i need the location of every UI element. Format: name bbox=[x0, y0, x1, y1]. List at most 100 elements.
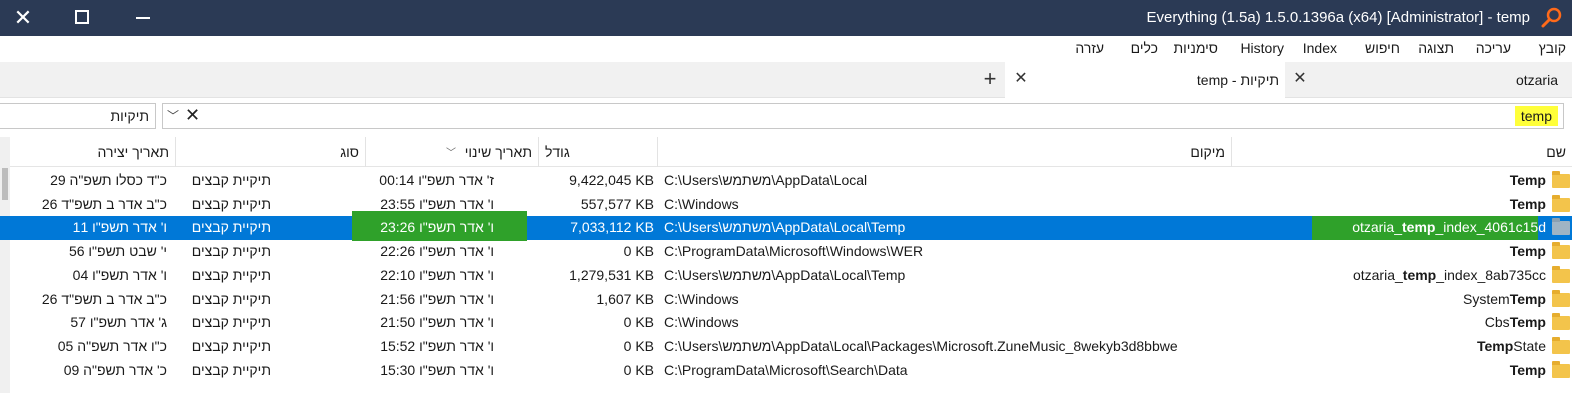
search-input[interactable]: ﹀ ✕ temp bbox=[162, 103, 1564, 129]
column-header-created[interactable]: תאריך יצירה bbox=[0, 137, 175, 167]
new-tab-plus-icon[interactable]: + bbox=[979, 68, 1001, 90]
menu-help[interactable]: עזרה bbox=[1075, 40, 1104, 56]
search-row: תיקיות ﹀ ✕ temp bbox=[0, 98, 1572, 136]
file-name-prefix: otzaria_ bbox=[1352, 266, 1403, 283]
close-tab-icon[interactable]: ✕ bbox=[1013, 69, 1029, 89]
column-header-modified[interactable]: ﹀ תאריך שינוי bbox=[365, 137, 538, 167]
chevron-down-icon[interactable]: ﹀ bbox=[167, 107, 179, 124]
file-path: C:\Users\משתמש\AppData\Local\Packages\Mi… bbox=[664, 337, 1178, 354]
clear-search-icon[interactable]: ✕ bbox=[185, 105, 200, 126]
tab-temp-folders[interactable]: temp - תיקיות ✕ bbox=[1005, 62, 1285, 98]
file-name-prefix: otzaria_ bbox=[1352, 219, 1402, 236]
file-name-match: Temp bbox=[1509, 361, 1546, 378]
tab-temp-folders-label: temp - תיקיות bbox=[1196, 72, 1279, 88]
table-row[interactable]: otzaria_temp_index_8ab735cc C:\Users\משתמ… bbox=[0, 264, 1572, 288]
tab-bar: otzaria ✕ temp - תיקיות ✕ + bbox=[0, 62, 1572, 98]
file-name-match: Temp bbox=[1509, 243, 1546, 260]
search-query-text: temp bbox=[1514, 106, 1558, 126]
sort-descending-icon: ﹀ bbox=[446, 148, 456, 159]
date-modified: ו' אדר תשפ"ו 23:26 bbox=[380, 219, 494, 236]
file-size: 1,607 KB bbox=[596, 290, 654, 307]
menu-bookmarks[interactable]: סימניות bbox=[1173, 40, 1218, 56]
table-row[interactable]: Temp C:\ProgramData\Microsoft\Windows\WER… bbox=[0, 240, 1572, 264]
column-name-label: שם bbox=[1546, 144, 1566, 160]
file-size: 0 KB bbox=[623, 361, 654, 378]
menu-file[interactable]: קובץ bbox=[1539, 40, 1566, 56]
folder-icon bbox=[1552, 336, 1570, 354]
date-created: כ"ב אדר ב תשפ"ד 26 bbox=[41, 290, 167, 307]
filter-dropdown[interactable]: תיקיות bbox=[0, 103, 156, 129]
file-path: C:\Windows bbox=[664, 314, 739, 331]
menu-tools[interactable]: כלים bbox=[1131, 40, 1158, 56]
file-name-prefix: Cbs bbox=[1484, 314, 1510, 331]
file-type: תיקיית קבצים bbox=[191, 219, 271, 236]
file-name: Temp bbox=[1226, 243, 1546, 259]
date-modified: ו' אדר תשפ"ו 22:10 bbox=[380, 266, 494, 283]
file-type: תיקיית קבצים bbox=[191, 337, 271, 354]
table-row[interactable]: Temp C:\ProgramData\Microsoft\Search\Data… bbox=[0, 359, 1572, 383]
file-name: otzaria_temp_index_8ab735cc bbox=[1226, 267, 1546, 283]
file-name-match: Temp bbox=[1509, 290, 1546, 307]
file-name-prefix: System bbox=[1463, 290, 1510, 307]
file-name-match: temp bbox=[1402, 266, 1437, 283]
close-tab-icon[interactable]: ✕ bbox=[1292, 69, 1308, 89]
date-created: ו' אדר תשפ"ו 11 bbox=[72, 219, 167, 236]
column-size-label: גודל bbox=[545, 144, 570, 160]
column-header-type[interactable]: סוג bbox=[175, 137, 365, 167]
filter-value: תיקיות bbox=[110, 108, 149, 124]
folder-icon bbox=[1552, 242, 1570, 260]
minimize-window-button[interactable] bbox=[136, 17, 150, 19]
date-modified: ו' אדר תשפ"ו 21:50 bbox=[380, 314, 494, 331]
table-row[interactable]: CbsTemp C:\Windows 0 KB ו' אדר תשפ"ו 21:50 ת… bbox=[0, 311, 1572, 335]
file-name-match: Temp bbox=[1509, 172, 1546, 188]
file-size: 0 KB bbox=[623, 314, 654, 331]
results-column-header: שם מיקום גודל ﹀ תאריך שינוי סוג תאריך יצ… bbox=[0, 137, 1572, 167]
column-header-path[interactable]: מיקום bbox=[657, 137, 1231, 167]
file-type: תיקיית קבצים bbox=[191, 361, 271, 378]
table-row[interactable]: otzaria_temp_index_4061c15d C:\Users\משתמ… bbox=[0, 211, 1572, 242]
table-row[interactable]: Temp C:\Windows 557,577 KB ו' אדר תשפ"ו 23:… bbox=[0, 193, 1572, 217]
file-name: otzaria_temp_index_4061c15d bbox=[1226, 219, 1546, 235]
file-name-match: Temp bbox=[1509, 195, 1546, 212]
maximize-window-button[interactable] bbox=[75, 10, 89, 24]
date-modified: ז' אדר תשפ"ו 00:14 bbox=[379, 172, 494, 188]
tab-otzaria-label: otzaria bbox=[1515, 72, 1558, 88]
file-name-suffix: _index_8ab735cc bbox=[1436, 266, 1546, 283]
file-path: C:\ProgramData\Microsoft\Search\Data bbox=[664, 361, 908, 378]
menu-search[interactable]: חיפוש bbox=[1365, 40, 1400, 56]
column-header-size[interactable]: גודל bbox=[538, 137, 657, 167]
column-path-label: מיקום bbox=[1190, 144, 1225, 160]
folder-icon bbox=[1552, 289, 1570, 307]
file-size: 9,422,045 KB bbox=[569, 172, 654, 188]
file-size: 557,577 KB bbox=[580, 195, 654, 212]
date-created: כ' אדר תשפ"ה 09 bbox=[63, 361, 167, 378]
file-name-match: Temp bbox=[1509, 314, 1546, 331]
menu-edit[interactable]: עריכה bbox=[1476, 40, 1511, 56]
date-modified: ו' אדר תשפ"ו 21:56 bbox=[380, 290, 494, 307]
menu-history[interactable]: History bbox=[1240, 40, 1284, 56]
column-created-label: תאריך יצירה bbox=[97, 144, 169, 160]
folder-icon bbox=[1552, 194, 1570, 212]
file-name: TempState bbox=[1226, 338, 1546, 354]
date-created: ג' אדר תשפ"ו 57 bbox=[70, 314, 167, 331]
date-modified: ו' אדר תשפ"ו 15:30 bbox=[380, 361, 494, 378]
menu-bar: קובץ עריכה תצוגה חיפוש Index History סימ… bbox=[0, 36, 1572, 62]
date-created: כ"ו אדר תשפ"ה 05 bbox=[57, 337, 167, 354]
file-type: תיקיית קבצים bbox=[191, 243, 271, 260]
file-size: 0 KB bbox=[623, 243, 654, 260]
menu-index[interactable]: Index bbox=[1303, 40, 1337, 56]
folder-icon bbox=[1552, 218, 1570, 236]
close-window-button[interactable]: ✕ bbox=[10, 5, 36, 31]
file-type: תיקיית קבצים bbox=[191, 172, 271, 188]
menu-view[interactable]: תצוגה bbox=[1418, 40, 1454, 56]
magnifier-app-icon bbox=[1541, 7, 1562, 28]
column-type-label: סוג bbox=[340, 144, 359, 160]
tab-otzaria[interactable]: otzaria ✕ bbox=[1285, 62, 1572, 98]
table-row[interactable]: Temp C:\Users\משתמש\AppData\Local 9,422,04… bbox=[0, 169, 1572, 193]
date-created: י' שבט תשפ"ו 56 bbox=[68, 243, 167, 260]
table-row[interactable]: SystemTemp C:\Windows 1,607 KB ו' אדר תשפ"ו… bbox=[0, 288, 1572, 312]
date-modified: ו' אדר תשפ"ו 15:52 bbox=[380, 337, 494, 354]
table-row[interactable]: TempState C:\Users\משתמש\AppData\Local\Pa… bbox=[0, 335, 1572, 359]
file-name: CbsTemp bbox=[1226, 314, 1546, 330]
column-header-name[interactable]: שם bbox=[1231, 137, 1572, 167]
